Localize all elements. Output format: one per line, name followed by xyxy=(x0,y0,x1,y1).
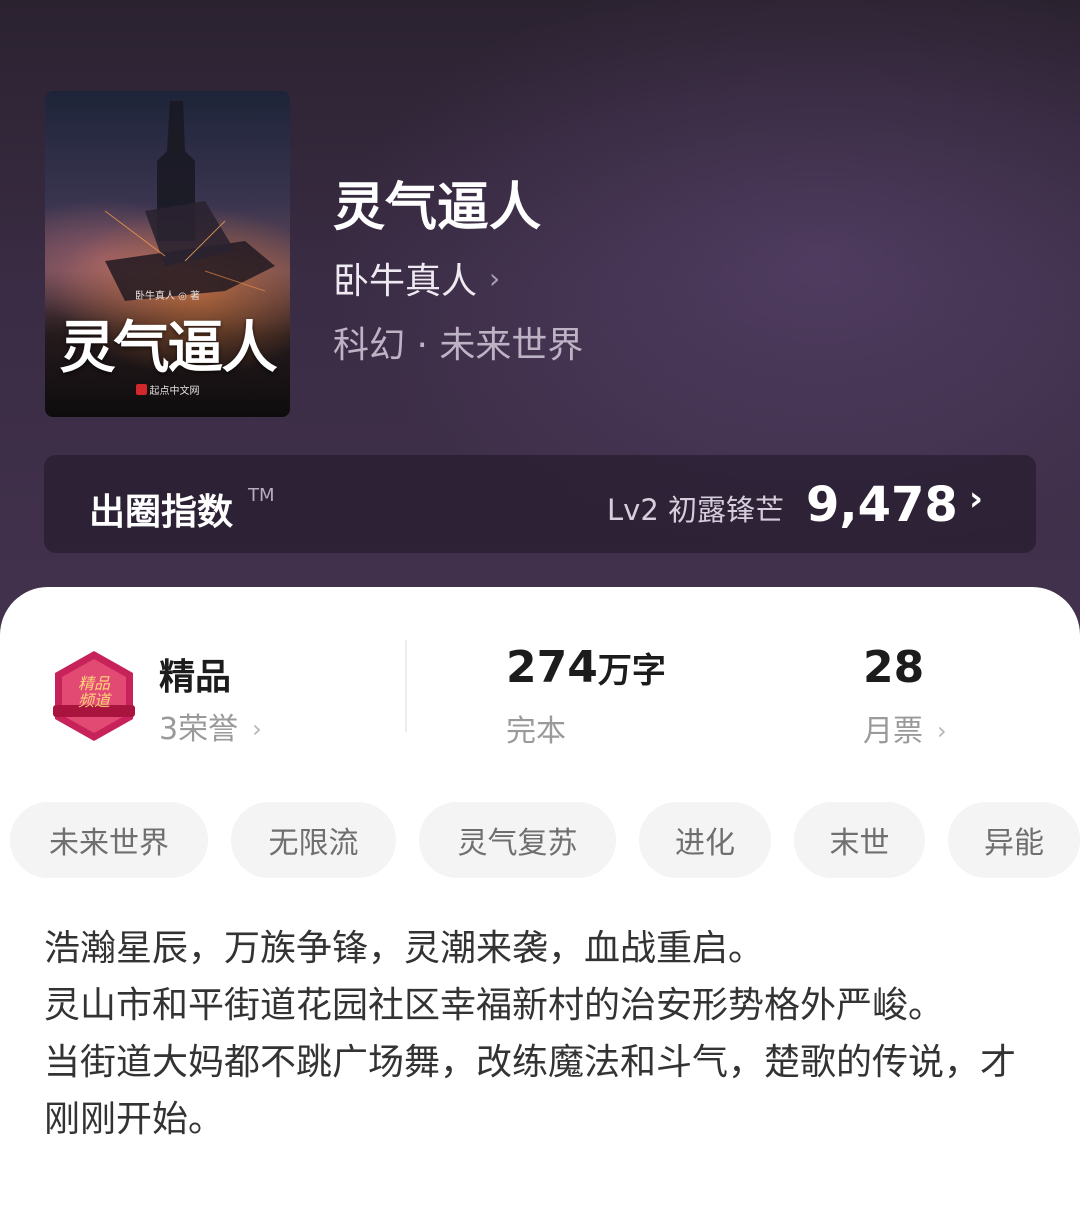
synopsis-paragraph: 浩瀚星辰，万族争锋，灵潮来袭，血战重启。 xyxy=(44,928,765,969)
cover-title: 灵气逼人 xyxy=(59,316,278,381)
svg-text:频道: 频道 xyxy=(78,691,112,710)
chevron-right-icon: › xyxy=(489,261,501,295)
tag-chip[interactable]: 末世 xyxy=(794,802,925,878)
publisher-logo-icon xyxy=(135,384,147,395)
book-synopsis[interactable]: 浩瀚星辰，万族争锋，灵潮来袭，血战重启。 灵山市和平街道花园社区幸福新村的治安形… xyxy=(44,920,1034,1148)
tag-list: 未来世界 无限流 灵气复苏 进化 末世 异能 xyxy=(10,802,1080,878)
monthly-tickets-count: 28 xyxy=(863,642,925,693)
synopsis-paragraph: 当街道大妈都不跳广场舞，改练魔法和斗气，楚歌的传说，才刚刚开始。 xyxy=(44,1042,1017,1140)
author-link[interactable]: 卧牛真人 › xyxy=(333,252,500,304)
tag-chip[interactable]: 异能 xyxy=(948,802,1080,878)
popularity-index-bar[interactable]: 出圈指数 TM Lv2 初露锋芒 9,478 › xyxy=(44,455,1036,553)
cover-author-line: 卧牛真人 ◎ 著 xyxy=(134,291,201,302)
honors-link[interactable]: 3荣誉 › xyxy=(159,704,262,748)
tag-chip[interactable]: 未来世界 xyxy=(10,802,208,878)
book-title: 灵气逼人 xyxy=(333,177,542,238)
premium-badge-icon[interactable]: 精品 频道 xyxy=(47,649,141,743)
author-name: 卧牛真人 xyxy=(333,261,478,302)
index-label: 出圈指数 xyxy=(89,492,234,533)
index-trademark: TM xyxy=(248,485,275,506)
cover-publisher: 起点中文网 xyxy=(45,382,290,397)
honors-count: 3荣誉 xyxy=(159,712,239,747)
completion-status: 完本 xyxy=(506,714,566,749)
chevron-right-icon: › xyxy=(252,715,262,743)
book-genre: 科幻 · 未来世界 xyxy=(333,325,584,366)
word-count-number: 274 xyxy=(506,642,598,693)
word-count: 274万字 xyxy=(506,642,666,693)
synopsis-paragraph: 灵山市和平街道花园社区幸福新村的治安形势格外严峻。 xyxy=(44,985,945,1026)
tag-chip[interactable]: 无限流 xyxy=(231,802,396,878)
monthly-tickets-label: 月票 xyxy=(863,714,923,749)
word-count-unit: 万字 xyxy=(597,651,666,691)
book-header: 卧牛真人 ◎ 著 灵气逼人 起点中文网 灵气逼人 卧牛真人 › 科幻 · 未来世… xyxy=(0,0,1080,640)
quality-title: 精品 xyxy=(159,657,232,698)
stats-divider xyxy=(405,640,407,732)
monthly-tickets-link[interactable]: 月票 › xyxy=(863,706,947,750)
cover-publisher-name: 起点中文网 xyxy=(149,386,200,397)
tag-chip[interactable]: 进化 xyxy=(639,802,771,878)
chevron-right-icon: › xyxy=(937,717,947,745)
chevron-right-icon: › xyxy=(969,479,984,519)
index-value: 9,478 xyxy=(806,477,958,533)
tag-chip[interactable]: 灵气复苏 xyxy=(419,802,616,878)
book-cover[interactable]: 卧牛真人 ◎ 著 灵气逼人 起点中文网 xyxy=(45,91,290,417)
index-level: Lv2 初露锋芒 xyxy=(607,493,784,527)
